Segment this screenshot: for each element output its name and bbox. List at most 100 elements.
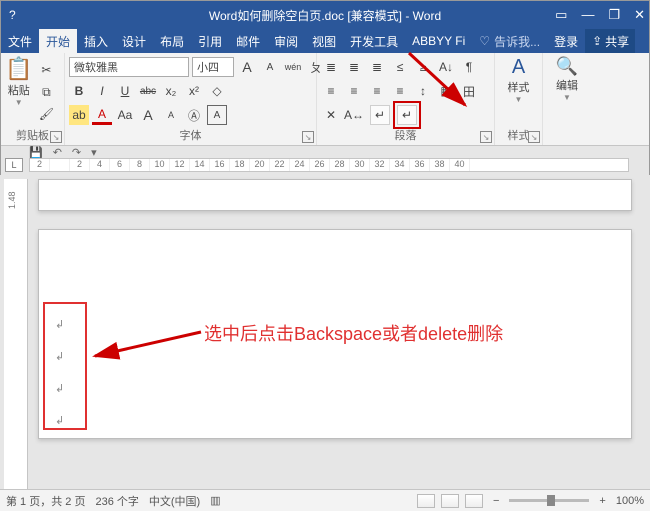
view-web[interactable] xyxy=(465,494,483,508)
tab-mailings[interactable]: 邮件 xyxy=(229,29,267,53)
selection-highlight-box xyxy=(43,302,87,430)
strike-button[interactable]: abc xyxy=(138,81,158,101)
align-right-button[interactable]: ≡ xyxy=(367,81,387,101)
status-word-count[interactable]: 236 个字 xyxy=(95,493,138,509)
editing-button[interactable]: 🔍 编辑 ▼ xyxy=(556,56,578,102)
zoom-slider-thumb[interactable] xyxy=(547,495,555,506)
tab-design[interactable]: 设计 xyxy=(115,29,153,53)
qat-more[interactable]: ▾ xyxy=(91,146,97,158)
highlight-button[interactable]: ab xyxy=(69,105,89,125)
share-button[interactable]: ⇪ 共享 xyxy=(585,29,635,53)
subscript-button[interactable]: x₂ xyxy=(161,81,181,101)
copy-button[interactable]: ⧉ xyxy=(36,82,56,102)
paragraph-dialog-launcher[interactable]: ↘ xyxy=(480,131,492,143)
restore-button[interactable]: ❐ xyxy=(608,7,620,23)
group-label-font: 字体 xyxy=(65,126,316,143)
ruler-tick: 2 xyxy=(70,159,90,171)
multilevel-button[interactable]: ≣ xyxy=(367,57,387,77)
clipboard-dialog-launcher[interactable]: ↘ xyxy=(50,131,62,143)
font-name-combo[interactable]: 微软雅黑 xyxy=(69,57,189,77)
italic-button[interactable]: I xyxy=(92,81,112,101)
ribbon: 📋 粘贴 ▼ ✂ ⧉ 🖌 剪贴板 ↘ 微软雅黑 小四 A A wén ㄆ xyxy=(1,53,649,146)
cut-button[interactable]: ✂ xyxy=(36,60,56,80)
ruler-tick: 6 xyxy=(110,159,130,171)
window-title: Word如何删除空白页.doc [兼容模式] - Word xyxy=(209,7,441,24)
vertical-ruler[interactable]: 1.48 xyxy=(4,179,28,489)
tab-file[interactable]: 文件 xyxy=(1,29,39,53)
phonetic-button[interactable]: wén xyxy=(283,57,303,77)
view-read[interactable] xyxy=(417,494,435,508)
align-center-button[interactable]: ≡ xyxy=(344,81,364,101)
superscript-button[interactable]: x² xyxy=(184,81,204,101)
paste-button[interactable]: 📋 粘贴 ▼ xyxy=(5,56,32,107)
tab-view[interactable]: 视图 xyxy=(305,29,343,53)
zoom-percent[interactable]: 100% xyxy=(616,495,644,507)
case-button[interactable]: Aa xyxy=(115,105,135,125)
status-track-icon[interactable]: ▥ xyxy=(210,494,220,507)
ruler-tick xyxy=(50,159,70,171)
big-a-button[interactable]: A xyxy=(138,105,158,125)
grow-font-button[interactable]: A xyxy=(237,57,257,77)
align-left-button[interactable]: ≡ xyxy=(321,81,341,101)
ruler-tick: 28 xyxy=(330,159,350,171)
tab-references[interactable]: 引用 xyxy=(191,29,229,53)
font-dialog-launcher[interactable]: ↘ xyxy=(302,131,314,143)
numbering-button[interactable]: ≣ xyxy=(344,57,364,77)
tab-developer[interactable]: 开发工具 xyxy=(343,29,405,53)
ruler-tick: 16 xyxy=(210,159,230,171)
help-icon[interactable]: ? xyxy=(9,8,16,22)
share-icon: ⇪ xyxy=(592,34,602,48)
small-a-button[interactable]: A xyxy=(161,105,181,125)
zoom-out-button[interactable]: − xyxy=(493,495,499,507)
shrink-font-button[interactable]: A xyxy=(260,57,280,77)
underline-button[interactable]: U xyxy=(115,81,135,101)
format-painter-button[interactable]: 🖌 xyxy=(36,104,56,124)
qat-redo[interactable]: ↷ xyxy=(72,146,81,158)
zoom-slider[interactable] xyxy=(509,499,589,502)
view-buttons xyxy=(417,494,483,508)
group-editing: 🔍 编辑 ▼ xyxy=(543,53,591,145)
bulb-icon: ♡ xyxy=(479,34,490,48)
ruler-tick: 26 xyxy=(310,159,330,171)
ruler-tick: 10 xyxy=(150,159,170,171)
styles-label: 样式 xyxy=(508,79,530,95)
status-language[interactable]: 中文(中国) xyxy=(149,493,200,509)
bold-button[interactable]: B xyxy=(69,81,89,101)
tab-review[interactable]: 审阅 xyxy=(267,29,305,53)
text-effects-button[interactable]: ◇ xyxy=(207,81,227,101)
tab-insert[interactable]: 插入 xyxy=(77,29,115,53)
status-page[interactable]: 第 1 页，共 2 页 xyxy=(6,493,85,509)
horizontal-ruler[interactable]: 2246810121416182022242628303234363840 xyxy=(29,158,629,172)
quick-access-toolbar: 💾 ↶ ↷ ▾ xyxy=(29,146,97,158)
page-2: ↲ ↲ ↲ ↲ 选中后点击Backspace或者delete删除 xyxy=(38,229,632,439)
sign-in[interactable]: 登录 xyxy=(547,29,585,53)
close-button[interactable]: ✕ xyxy=(634,7,645,23)
font-size-combo[interactable]: 小四 xyxy=(192,57,234,77)
ruler-area: 💾 ↶ ↷ ▾ L 224681012141618202224262830323… xyxy=(1,146,649,176)
char-border-button[interactable]: A xyxy=(207,105,227,125)
tab-layout[interactable]: 布局 xyxy=(153,29,191,53)
document-scroll[interactable]: ↲ ↲ ↲ ↲ 选中后点击Backspace或者delete删除 xyxy=(28,175,650,489)
asian-layout1-button[interactable]: ✕ xyxy=(321,105,341,125)
zoom-in-button[interactable]: + xyxy=(599,495,605,507)
chevron-down-icon: ▼ xyxy=(15,98,23,107)
styles-icon: A xyxy=(512,56,525,79)
asian-extra-button[interactable]: ↵ xyxy=(370,105,390,125)
ruler-tick: 4 xyxy=(90,159,110,171)
view-print[interactable] xyxy=(441,494,459,508)
paste-label: 粘贴 xyxy=(8,82,30,98)
qat-undo[interactable]: ↶ xyxy=(53,146,62,158)
ruler-tab-selector[interactable]: L xyxy=(5,158,23,172)
asian-layout2-button[interactable]: A↔ xyxy=(344,105,364,125)
font-color-button[interactable]: A xyxy=(92,105,112,125)
enclose-chars-button[interactable]: Ⓐ xyxy=(184,105,204,125)
tab-home[interactable]: 开始 xyxy=(39,29,77,53)
clipboard-icon: 📋 xyxy=(5,56,32,82)
ruler-tick: 18 xyxy=(230,159,250,171)
styles-dialog-launcher[interactable]: ↘ xyxy=(528,131,540,143)
bullets-button[interactable]: ≣ xyxy=(321,57,341,77)
ribbon-display-options[interactable]: ▭ xyxy=(555,7,567,23)
qat-save[interactable]: 💾 xyxy=(29,146,43,158)
minimize-button[interactable]: — xyxy=(581,7,594,23)
styles-button[interactable]: A 样式 ▼ xyxy=(508,56,530,104)
